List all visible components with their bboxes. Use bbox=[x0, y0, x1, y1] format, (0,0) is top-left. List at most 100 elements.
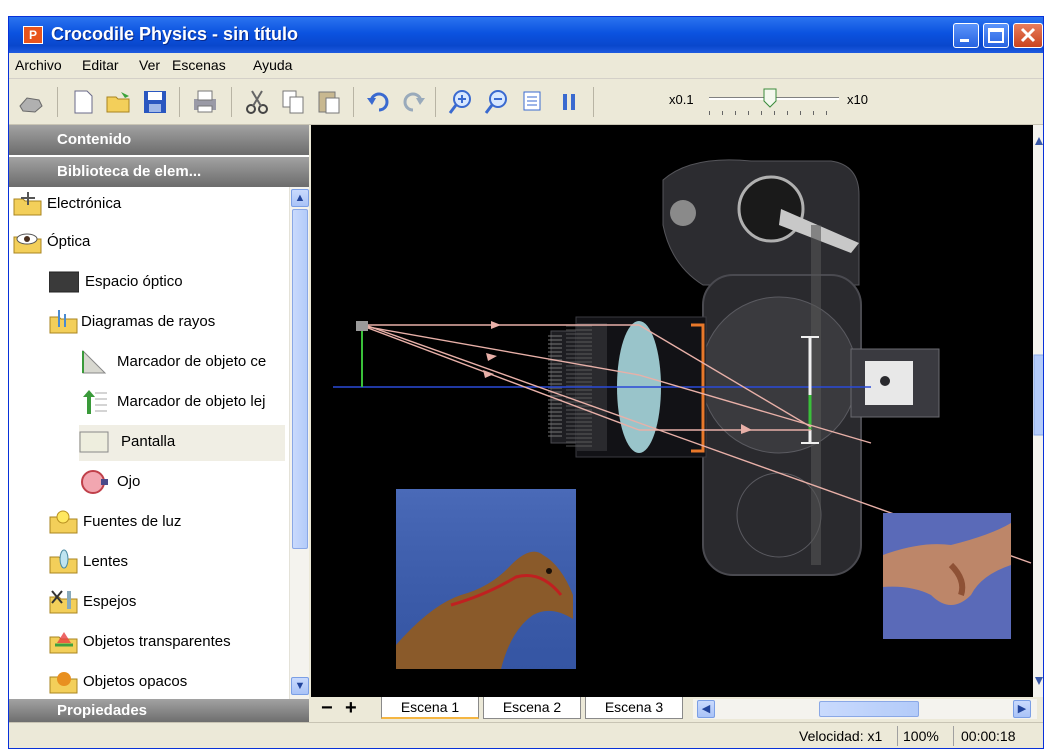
tree-item-diagramas-de-rayos[interactable]: Diagramas de rayos bbox=[49, 305, 289, 341]
canvas-scroll-track bbox=[1033, 137, 1043, 685]
light-source-folder-icon bbox=[49, 510, 78, 534]
tree-item-electronica[interactable]: Electrónica bbox=[13, 187, 289, 223]
pause-icon[interactable] bbox=[555, 88, 583, 116]
close-icon bbox=[1020, 27, 1036, 43]
transparent-folder-icon bbox=[49, 632, 78, 654]
scroll-down-icon[interactable]: ▼ bbox=[291, 677, 309, 695]
menu-archivo[interactable]: Archivo bbox=[15, 57, 62, 73]
title-bar[interactable]: P Crocodile Physics - sin título bbox=[9, 17, 1043, 53]
scroll-up-icon[interactable]: ▲ bbox=[291, 189, 309, 207]
hand-icon[interactable] bbox=[17, 88, 45, 116]
remove-scene-button[interactable]: − bbox=[321, 697, 333, 720]
connector-dot-icon bbox=[880, 376, 890, 386]
optics-scene bbox=[333, 159, 1032, 669]
tab-escena-1[interactable]: Escena 1 bbox=[381, 697, 479, 719]
panel-biblioteca-title: Biblioteca de elem... bbox=[57, 163, 202, 180]
status-bar: Velocidad: x1 100% 00:00:18 bbox=[9, 722, 1043, 748]
tree-item-marcador-objeto-lejano[interactable]: Marcador de objeto lej bbox=[79, 385, 289, 421]
panel-propiedades-title: Propiedades bbox=[57, 702, 148, 719]
status-speed: Velocidad: x1 bbox=[799, 728, 883, 744]
close-button[interactable] bbox=[1013, 23, 1043, 48]
eye-folder-icon bbox=[13, 233, 42, 254]
optical-space-icon bbox=[49, 271, 79, 293]
zoom-in-icon[interactable] bbox=[447, 88, 475, 116]
folder-electronics-icon bbox=[13, 192, 42, 216]
tree-item-objetos-opacos[interactable]: Objetos opacos bbox=[49, 665, 289, 699]
open-icon[interactable] bbox=[105, 88, 133, 116]
speed-max-label: x10 bbox=[847, 92, 868, 107]
scroll-right-icon[interactable]: ▶ bbox=[1013, 700, 1031, 718]
ray-diagram-folder-icon bbox=[49, 310, 78, 334]
minimize-button[interactable] bbox=[953, 23, 979, 48]
far-object-marker-icon bbox=[83, 390, 107, 414]
camera-dial-icon bbox=[737, 175, 805, 243]
tree-item-lentes[interactable]: Lentes bbox=[49, 545, 289, 581]
object-marker-handle bbox=[356, 321, 368, 331]
print-icon[interactable] bbox=[191, 88, 219, 116]
scroll-left-icon[interactable]: ◀ bbox=[697, 700, 715, 718]
speed-slider-ticks bbox=[709, 111, 839, 115]
tree-item-pantalla[interactable]: Pantalla bbox=[79, 425, 285, 461]
speed-slider-thumb[interactable] bbox=[763, 88, 777, 108]
tree-item-espejos[interactable]: Espejos bbox=[49, 585, 289, 621]
save-icon[interactable] bbox=[141, 88, 169, 116]
window-title: Crocodile Physics - sin título bbox=[51, 24, 299, 44]
camera-button-icon bbox=[670, 200, 696, 226]
maximize-icon bbox=[988, 28, 1004, 43]
eye-icon bbox=[81, 470, 108, 494]
scroll-up-icon bbox=[1035, 137, 1043, 145]
menu-escenas[interactable]: Escenas bbox=[172, 57, 226, 73]
app-window: P Crocodile Physics - sin título Archivo… bbox=[8, 16, 1044, 749]
tree-item-marcador-objeto-cercano[interactable]: Marcador de objeto ce bbox=[79, 345, 289, 381]
speed-min-label: x0.1 bbox=[669, 92, 694, 107]
mirror-folder-icon bbox=[49, 590, 78, 614]
tree-scroll-thumb[interactable] bbox=[292, 209, 308, 549]
minimize-icon bbox=[960, 39, 969, 42]
toolbar: x0.1 x10 bbox=[9, 79, 1043, 125]
element-library-tree: Electrónica Óptica Espacio óptico Diagra… bbox=[9, 187, 289, 699]
tab-escena-3[interactable]: Escena 3 bbox=[585, 697, 683, 719]
cut-off-text-above-window bbox=[0, 0, 1044, 6]
camera-lower-dial bbox=[736, 472, 822, 558]
undo-icon[interactable] bbox=[365, 88, 393, 116]
menu-bar: Archivo Editar Ver Escenas Ayuda bbox=[9, 53, 1043, 79]
maximize-button[interactable] bbox=[983, 23, 1009, 48]
status-time: 00:00:18 bbox=[961, 728, 1016, 744]
panel-contenido-header[interactable]: Contenido bbox=[9, 125, 309, 155]
menu-editar[interactable]: Editar bbox=[82, 57, 119, 73]
zoom-out-icon[interactable] bbox=[483, 88, 511, 116]
tree-item-espacio-optico[interactable]: Espacio óptico bbox=[49, 265, 289, 301]
copy-icon[interactable] bbox=[279, 88, 307, 116]
simulation-canvas[interactable] bbox=[311, 125, 1033, 699]
fit-icon[interactable] bbox=[519, 88, 547, 116]
camel-photo bbox=[396, 489, 576, 669]
cut-icon[interactable] bbox=[243, 88, 271, 116]
menu-ver[interactable]: Ver bbox=[139, 57, 160, 73]
horizontal-scroll-thumb[interactable] bbox=[819, 701, 919, 717]
tree-item-optica[interactable]: Óptica bbox=[13, 225, 289, 261]
canvas-horizontal-scrollbar[interactable]: ◀ ▶ bbox=[693, 699, 1037, 719]
tree-vertical-scrollbar[interactable]: ▲ ▼ bbox=[289, 187, 309, 699]
menu-ayuda[interactable]: Ayuda bbox=[253, 57, 292, 73]
redo-icon[interactable] bbox=[399, 88, 427, 116]
add-scene-button[interactable]: + bbox=[345, 697, 357, 720]
panel-contenido-title: Contenido bbox=[57, 131, 132, 148]
scroll-down-icon bbox=[1035, 677, 1043, 685]
screen-icon bbox=[79, 431, 109, 453]
panel-propiedades-header[interactable]: Propiedades bbox=[9, 699, 309, 723]
tree-item-objetos-transparentes[interactable]: Objetos transparentes bbox=[49, 625, 289, 661]
canvas-vertical-scrollbar[interactable] bbox=[1033, 125, 1043, 699]
camera-strap-bar bbox=[811, 225, 821, 565]
tab-escena-2[interactable]: Escena 2 bbox=[483, 697, 581, 719]
hand-photo bbox=[883, 513, 1011, 639]
new-icon[interactable] bbox=[69, 88, 97, 116]
app-icon: P bbox=[23, 26, 43, 44]
panel-biblioteca-header[interactable]: Biblioteca de elem... bbox=[9, 157, 309, 187]
status-zoom: 100% bbox=[903, 728, 939, 744]
paste-icon[interactable] bbox=[315, 88, 343, 116]
tree-item-fuentes-de-luz[interactable]: Fuentes de luz bbox=[49, 505, 289, 541]
tree-item-ojo[interactable]: Ojo bbox=[79, 465, 289, 501]
opaque-folder-icon bbox=[49, 672, 78, 694]
scene-tab-bar: − + Escena 1 Escena 2 Escena 3 ◀ ▶ bbox=[311, 697, 1043, 722]
left-panel: Contenido Biblioteca de elem... Electrón… bbox=[9, 125, 309, 723]
